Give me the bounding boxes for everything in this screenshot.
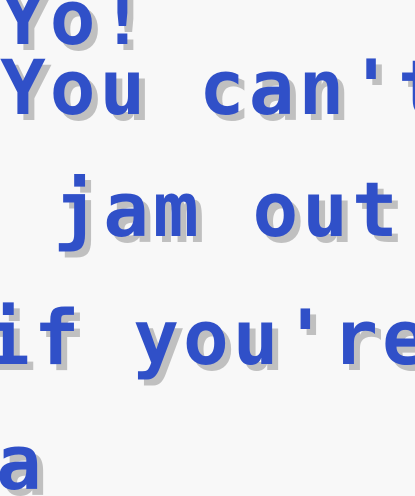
dialogue-screen: Yo! You can't jam out i if you're a (0, 0, 415, 496)
dialogue-line-5: a (0, 418, 46, 496)
dialogue-line-3: jam out i (53, 165, 402, 254)
dialogue-line-4: if you're (0, 293, 415, 382)
dialogue-line-2: You can't (0, 43, 415, 132)
